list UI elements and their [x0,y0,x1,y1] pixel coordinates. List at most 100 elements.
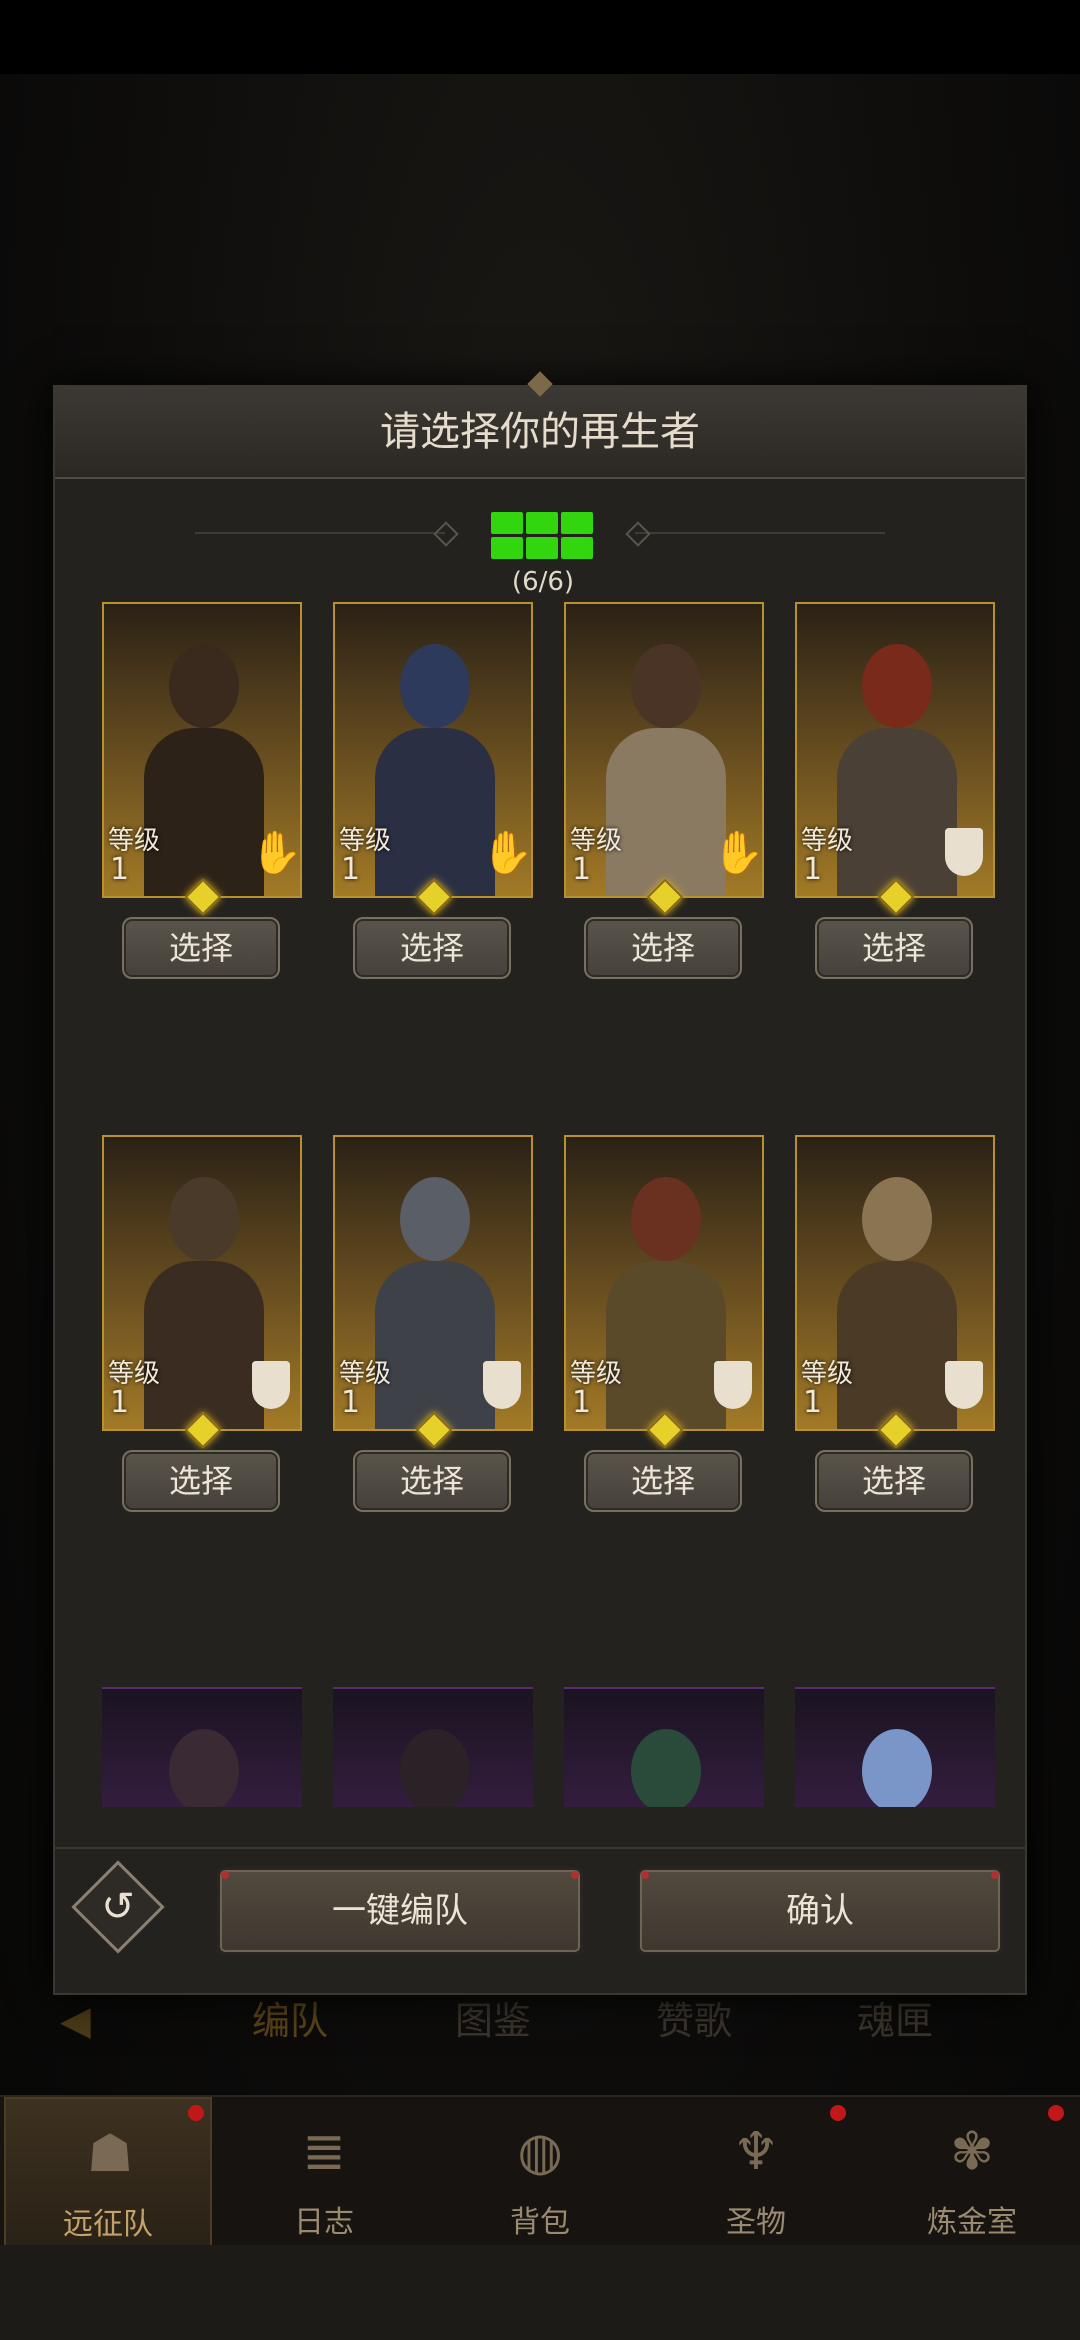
nav-label: 炼金室 [927,2205,1017,2240]
nav-label: 圣物 [726,2205,786,2240]
hero-grid: 等级 1 ✋ 选择 等级 1 ✋ 选择 等级 1 ✋ 选择 等级 1 选择 等级… [55,602,1025,1807]
alchemy-icon: ✾ [950,2122,994,2182]
nav-label: 日志 [294,2205,354,2240]
nav-label: 背包 [510,2205,570,2240]
team-slot [561,512,593,534]
level-value: 1 [110,1385,130,1420]
button-corner-ornament [641,1871,649,1879]
status-bar [0,0,1080,74]
divider-ornament-icon [625,521,651,547]
hero-image [375,644,495,896]
hero-image [837,1177,957,1429]
nav-journal[interactable]: ≣ 日志 [220,2097,428,2247]
tab-team: 编队 [252,1999,329,2043]
team-count: (6/6) [511,567,575,597]
hero-portrait[interactable] [564,1687,764,1807]
hero-portrait[interactable] [333,1687,533,1807]
level-value: 1 [803,852,823,887]
nav-expedition[interactable]: ☗ 远征队 [4,2097,212,2247]
select-button[interactable]: 选择 [815,917,973,979]
hero-image [606,1729,726,1807]
hero-image [837,1729,957,1807]
hero-image [144,1177,264,1429]
shield-icon [714,1361,752,1409]
tab-soul-box: 魂匣 [857,1999,934,2043]
hero-portrait[interactable]: 等级 1 [102,1135,302,1431]
hero-image [606,1177,726,1429]
confirm-button[interactable]: 确认 [637,1867,1003,1955]
nav-relics[interactable]: ♆ 圣物 [652,2097,860,2247]
bottom-nav: ☗ 远征队 ≣ 日志 ◍ 背包 ♆ 圣物 ✾ 炼金室 [0,2095,1080,2247]
team-slot [491,537,523,559]
hero-portrait[interactable]: 等级 1 [333,1135,533,1431]
back-arrow-icon: ◀ [60,1998,91,2044]
team-slot [491,512,523,534]
team-slots-icon [491,512,595,562]
notification-badge [188,2105,204,2121]
team-slot [561,537,593,559]
level-value: 1 [341,852,361,887]
hero-portrait[interactable] [795,1687,995,1807]
select-button[interactable]: 选择 [353,917,511,979]
hero-select-modal: 请选择你的再生者 (6/6) 等级 1 ✋ 选择 等级 1 ✋ 选择 等级 1 … [53,371,1027,1995]
divider-ornament-icon [433,521,459,547]
select-button[interactable]: 选择 [353,1450,511,1512]
horned-helmet-icon: ☗ [86,2124,134,2184]
select-button[interactable]: 选择 [815,1450,973,1512]
hero-portrait[interactable]: 等级 1 [564,1135,764,1431]
select-button[interactable]: 选择 [584,1450,742,1512]
shield-icon [252,1361,290,1409]
shield-icon [945,1361,983,1409]
undo-icon: ↺ [101,1884,135,1930]
button-corner-ornament [221,1871,229,1879]
hero-portrait[interactable]: 等级 1 [795,602,995,898]
hand-icon: ✋ [712,828,764,877]
select-button[interactable]: 选择 [122,1450,280,1512]
tab-hymn: 赞歌 [656,1999,733,2043]
bottom-bar [0,2245,1080,2340]
hero-portrait[interactable]: 等级 1 ✋ [333,602,533,898]
hero-image [837,644,957,896]
level-value: 1 [110,852,130,887]
auto-team-button[interactable]: 一键编队 [217,1867,583,1955]
hero-image [144,644,264,896]
button-corner-ornament [991,1871,999,1879]
hero-portrait[interactable]: 等级 1 [795,1135,995,1431]
nav-alchemy[interactable]: ✾ 炼金室 [868,2097,1076,2247]
level-value: 1 [341,1385,361,1420]
modal-header: 请选择你的再生者 [55,371,1025,479]
level-value: 1 [572,852,592,887]
chalice-icon: ♆ [732,2122,780,2182]
select-button[interactable]: 选择 [122,917,280,979]
nav-backpack[interactable]: ◍ 背包 [436,2097,644,2247]
level-value: 1 [572,1385,592,1420]
hero-portrait[interactable]: 等级 1 ✋ [102,602,302,898]
notification-badge [830,2105,846,2121]
hand-icon: ✋ [250,828,302,877]
hero-portrait[interactable]: 等级 1 ✋ [564,602,764,898]
bag-icon: ◍ [517,2122,563,2182]
divider [635,532,885,534]
auto-team-label: 一键编队 [332,1891,468,1931]
confirm-label: 确认 [786,1891,854,1931]
divider [195,532,445,534]
tab-codex: 图鉴 [455,1999,532,2043]
background-tabs: ◀ 编队 图鉴 赞歌 魂匣 [0,1990,1080,2060]
scroll-icon: ≣ [302,2122,346,2182]
team-slot [526,537,558,559]
hero-portrait[interactable] [102,1687,302,1807]
hero-image [375,1729,495,1807]
team-slot [526,512,558,534]
nav-label: 远征队 [63,2207,153,2242]
notification-badge [1048,2105,1064,2121]
footer-divider [55,1847,1025,1849]
shield-icon [483,1361,521,1409]
hero-image [144,1729,264,1807]
select-button[interactable]: 选择 [584,917,742,979]
hero-image [606,644,726,896]
hand-icon: ✋ [481,828,533,877]
button-corner-ornament [571,1871,579,1879]
hero-image [375,1177,495,1429]
level-value: 1 [803,1385,823,1420]
shield-icon [945,828,983,876]
